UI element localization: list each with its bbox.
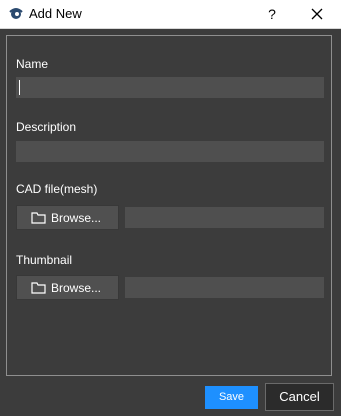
thumbnail-browse-label: Browse...	[51, 281, 102, 295]
app-logo-icon	[9, 8, 23, 19]
description-label: Description	[16, 120, 77, 134]
cad-path-field[interactable]	[125, 207, 324, 228]
thumbnail-path-field[interactable]	[125, 277, 324, 298]
cad-browse-button[interactable]: Browse...	[16, 205, 119, 230]
close-icon	[311, 8, 323, 20]
cancel-button[interactable]: Cancel	[265, 383, 334, 411]
save-button[interactable]: Save	[205, 386, 258, 409]
cad-browse-label: Browse...	[51, 211, 102, 225]
thumbnail-browse-button[interactable]: Browse...	[16, 275, 119, 300]
title-bar: Add New ?	[0, 0, 341, 29]
name-label: Name	[16, 57, 49, 71]
thumbnail-label: Thumbnail	[16, 253, 73, 267]
name-input[interactable]	[16, 77, 324, 98]
folder-icon	[31, 282, 46, 294]
description-input[interactable]	[16, 141, 324, 162]
folder-icon	[31, 212, 46, 224]
close-button[interactable]	[306, 3, 328, 25]
cad-file-label: CAD file(mesh)	[16, 182, 98, 196]
text-caret	[19, 80, 20, 95]
window-title: Add New	[29, 6, 82, 21]
help-button[interactable]: ?	[262, 3, 282, 25]
